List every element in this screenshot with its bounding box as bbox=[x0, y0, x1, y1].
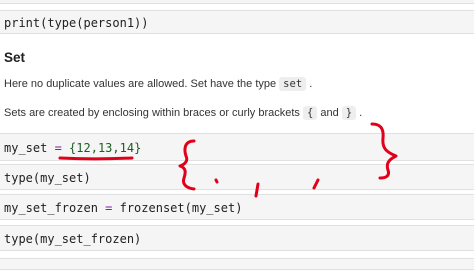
code-frozen-eq: = bbox=[97, 201, 120, 215]
code-type-frozen-text: type(my_set_frozen) bbox=[4, 232, 142, 246]
inline-code-close-brace: } bbox=[341, 106, 357, 120]
code-my-set-var: my_set bbox=[4, 141, 48, 155]
inline-code-set: set bbox=[279, 77, 307, 91]
paragraph-duplicates-text: Here no duplicate values are allowed. Se… bbox=[4, 78, 280, 90]
code-cell-frozenset: my_set_frozen = frozenset(my_set) bbox=[0, 194, 474, 220]
paragraph-duplicates-end: . bbox=[306, 78, 313, 90]
paragraph-braces-end: . bbox=[356, 107, 363, 119]
code-frozen-lhs: my_set_frozen bbox=[4, 201, 98, 215]
code-print-text: print(type(person1)) bbox=[4, 16, 149, 30]
code-cell-type-frozen: type(my_set_frozen) bbox=[0, 225, 474, 251]
code-cell-partial-bottom bbox=[0, 258, 474, 270]
code-type-my-set-text: type(my_set) bbox=[4, 171, 91, 185]
code-my-set-values: 12,13,14 bbox=[76, 141, 135, 155]
code-cell-print: print(type(person1)) bbox=[0, 10, 474, 34]
inline-code-open-brace: { bbox=[302, 106, 318, 120]
paragraph-braces-and: and bbox=[317, 107, 342, 119]
code-my-set-eq: = bbox=[47, 141, 70, 155]
paragraph-braces: Sets are created by enclosing within bra… bbox=[4, 106, 363, 120]
code-my-set-close: } bbox=[134, 141, 142, 155]
code-cell-my-set: my_set = {12,13,14} bbox=[0, 133, 474, 161]
code-cell-partial bbox=[0, 0, 474, 4]
section-title: Set bbox=[4, 50, 26, 65]
paragraph-braces-text: Sets are created by enclosing within bra… bbox=[4, 107, 303, 119]
code-cell-type-my-set: type(my_set) bbox=[0, 164, 474, 190]
code-frozen-rhs: frozenset(my_set) bbox=[119, 201, 243, 215]
paragraph-duplicates: Here no duplicate values are allowed. Se… bbox=[4, 77, 313, 91]
